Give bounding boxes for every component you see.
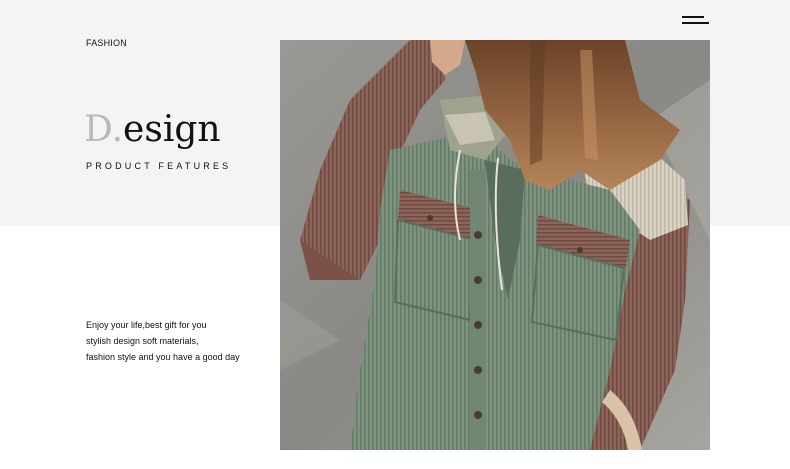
title-initial: D bbox=[84, 109, 112, 150]
description-line-1: Enjoy your life,best gift for you bbox=[86, 320, 207, 330]
product-photo bbox=[280, 40, 710, 450]
jacket-photo-illustration bbox=[280, 40, 710, 450]
description-line-2: stylish design soft materials, bbox=[86, 336, 199, 346]
hamburger-menu-icon[interactable] bbox=[682, 14, 710, 28]
product-description: Enjoy your life,best gift for you stylis… bbox=[86, 317, 266, 365]
title-dot: . bbox=[111, 109, 124, 150]
description-line-3: fashion style and you have a good day bbox=[86, 352, 240, 362]
category-label: FASHION bbox=[86, 38, 127, 48]
title-rest: esign bbox=[123, 109, 221, 150]
menu-line-bottom bbox=[682, 22, 709, 24]
menu-line-top bbox=[682, 16, 704, 18]
product-page: FASHION D.esign PRODUCT FEATURES Enjoy y… bbox=[0, 0, 790, 469]
page-title: D.esign bbox=[84, 108, 221, 152]
product-features-subtitle: PRODUCT FEATURES bbox=[86, 161, 232, 171]
